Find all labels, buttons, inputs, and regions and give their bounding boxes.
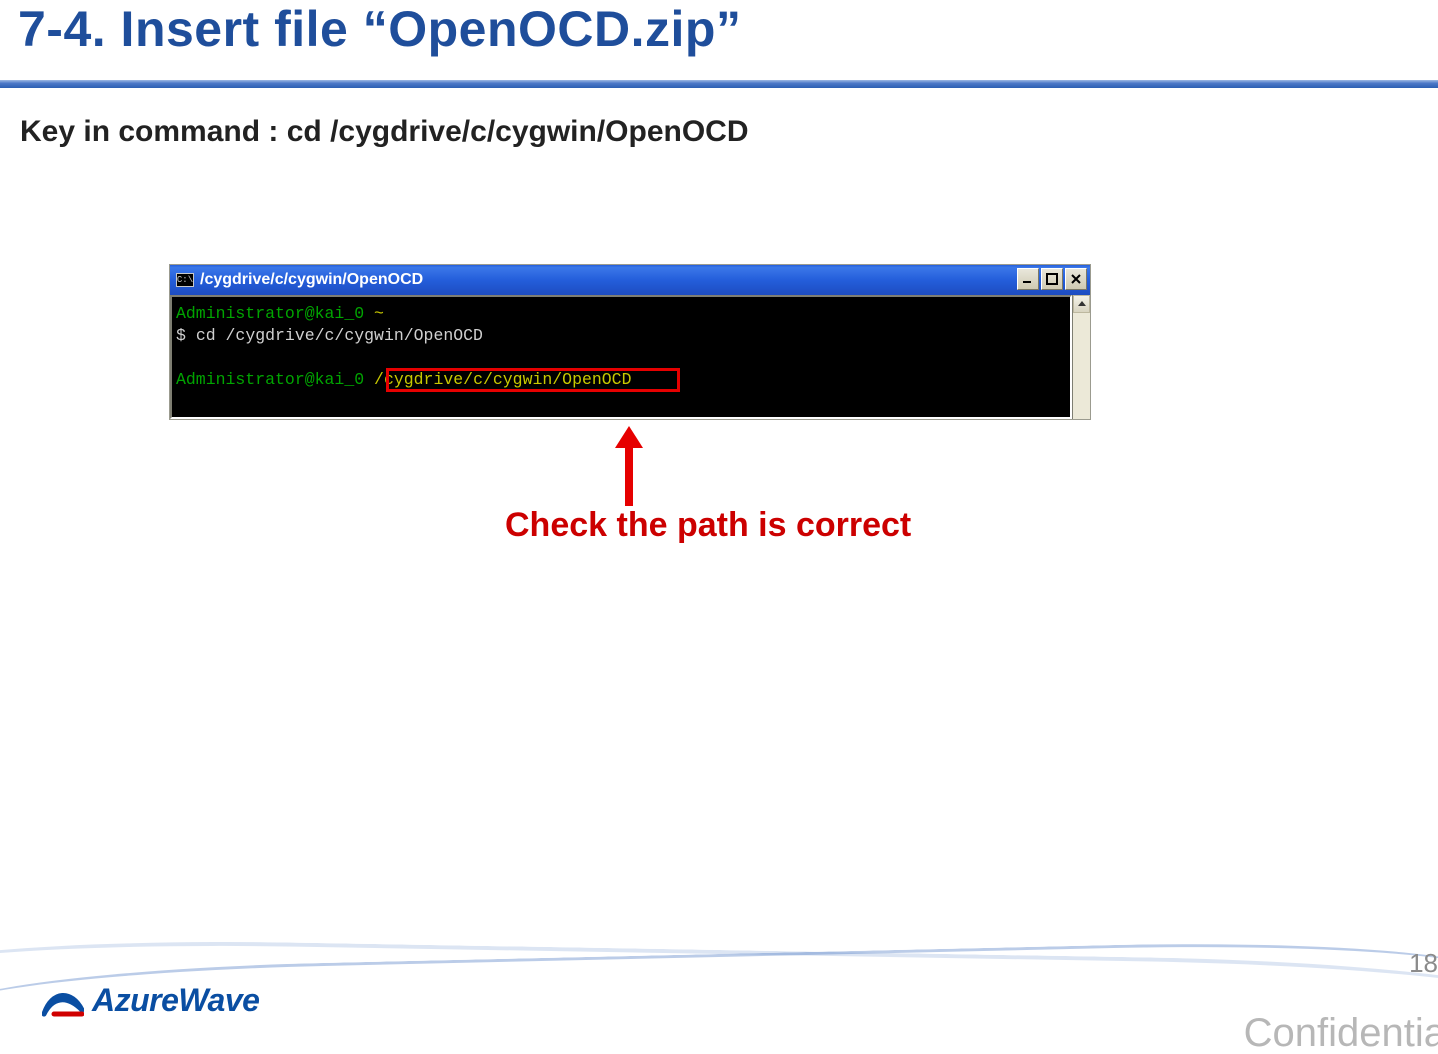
scroll-track[interactable] <box>1073 313 1090 419</box>
brand-mark-icon <box>42 984 84 1018</box>
terminal-line: $ cd /cygdrive/c/cygwin/OpenOCD <box>176 325 1062 347</box>
cmd-icon: C:\ <box>176 273 194 287</box>
close-icon[interactable] <box>1065 268 1087 290</box>
terminal-body[interactable]: Administrator@kai_0 ~ $ cd /cygdrive/c/c… <box>170 295 1072 419</box>
scroll-up-icon[interactable] <box>1073 295 1090 313</box>
brand-name: AzureWave <box>92 982 259 1019</box>
annotation-text: Check the path is correct <box>505 506 911 545</box>
annotation-arrow-icon <box>615 426 643 506</box>
terminal-line: Administrator@kai_0 ~ <box>176 303 1062 325</box>
confidential-watermark: Confidentia <box>1244 1011 1438 1054</box>
terminal-titlebar: C:\ /cygdrive/c/cygwin/OpenOCD <box>170 265 1090 295</box>
window-controls <box>1017 268 1087 290</box>
terminal-line <box>176 347 1062 369</box>
terminal-window: C:\ /cygdrive/c/cygwin/OpenOCD Administr… <box>170 265 1090 419</box>
page-title: 7-4. Insert file “OpenOCD.zip” <box>18 0 741 58</box>
terminal-titlebar-text: /cygdrive/c/cygwin/OpenOCD <box>200 271 423 289</box>
title-divider <box>0 80 1438 88</box>
page-number: 18 <box>1409 948 1438 979</box>
brand-logo: AzureWave <box>42 982 259 1019</box>
maximize-icon[interactable] <box>1041 268 1063 290</box>
terminal-line: Administrator@kai_0 /cygdrive/c/cygwin/O… <box>176 369 1062 391</box>
footer: AzureWave 18 Confidentia <box>0 914 1438 1034</box>
minimize-icon[interactable] <box>1017 268 1039 290</box>
scrollbar[interactable] <box>1072 295 1090 419</box>
subtitle: Key in command : cd /cygdrive/c/cygwin/O… <box>20 115 749 149</box>
